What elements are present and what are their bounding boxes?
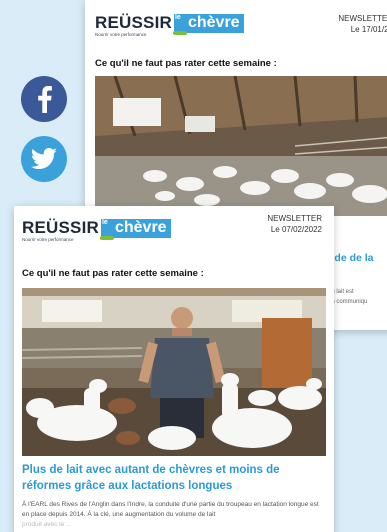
logo-word: REÜSSIR (22, 218, 99, 237)
newsletter-header: NEWSLETTER Le 07/02/2022 (267, 214, 322, 236)
facebook-icon (34, 85, 54, 113)
newsletter-date: Le 17/01/20 (350, 24, 387, 34)
newsletter-label: NEWSLETTER (338, 14, 387, 23)
brand-logo: REÜSSIR le chèvre Nourrir votre performa… (22, 218, 171, 242)
twitter-icon (31, 148, 57, 170)
article-title-link[interactable]: Plus de lait avec autant de chèvres et m… (22, 463, 326, 494)
article-photo[interactable] (22, 288, 326, 456)
article-title-fragment[interactable]: nde de la (328, 252, 374, 264)
logo-le: le (174, 14, 181, 21)
headline-label: Ce qu'il ne faut pas rater cette semaine… (95, 58, 277, 69)
article-excerpt: À l'EARL des Rives de l'Anglin dans l'In… (22, 500, 326, 530)
newsletter-label: NEWSLETTER (267, 214, 322, 223)
newsletter-date: Le 07/02/2022 (270, 224, 322, 234)
brand-logo: REÜSSIR le chèvre Nourrir votre performa… (95, 13, 244, 37)
leaf-icon (173, 31, 187, 35)
logo-accent-text: chèvre (187, 14, 240, 31)
logo-accent-text: chèvre (114, 219, 167, 236)
headline-label: Ce qu'il ne faut pas rater cette semaine… (22, 268, 204, 279)
logo-tagline: Nourrir votre performance (22, 237, 74, 242)
article-body-text: À l'EARL des Rives de l'Anglin dans l'In… (22, 501, 319, 519)
logo-tagline: Nourrir votre performance (95, 32, 147, 37)
logo-le: le (101, 219, 108, 226)
article-body-fade: produit avec le ... (22, 521, 72, 529)
newsletter-header: NEWSLETTER Le 17/01/20 (338, 14, 387, 36)
newsletter-card-front[interactable]: REÜSSIR le chèvre Nourrir votre performa… (14, 206, 334, 532)
article-photo[interactable] (95, 76, 387, 216)
facebook-button[interactable] (21, 76, 67, 122)
twitter-button[interactable] (21, 136, 67, 182)
logo-word: REÜSSIR (95, 13, 172, 32)
leaf-icon (100, 236, 114, 240)
